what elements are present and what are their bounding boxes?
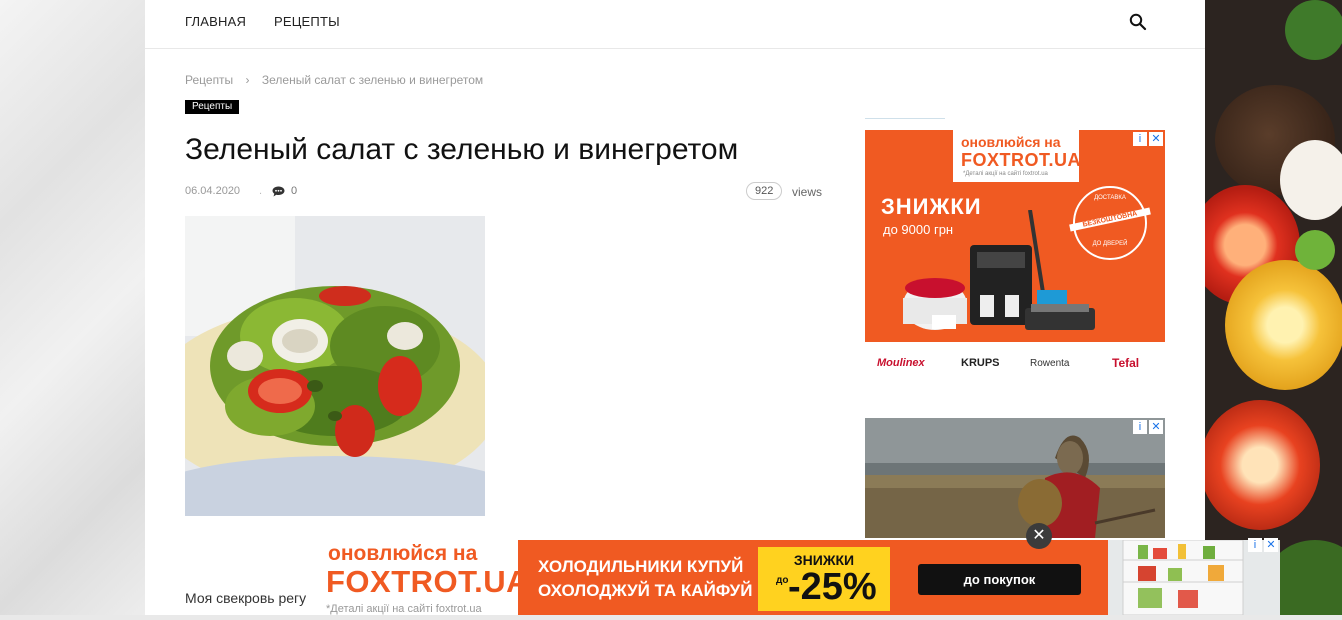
brand-moulinex: Moulinex: [877, 357, 925, 369]
discount-badge: ЗНИЖКИ до -25%: [758, 547, 890, 611]
discount-prefix: до: [776, 575, 789, 586]
category-badge[interactable]: Рецепты: [185, 100, 240, 114]
sidebar-divider: [865, 118, 945, 119]
foxtrot-ad-banner[interactable]: оновлюйся на FOXTROT.UA *Деталі акції на…: [865, 130, 1165, 380]
fridge-image: i ✕: [1108, 538, 1280, 616]
marble-background: [0, 0, 145, 615]
comments-link[interactable]: 0: [272, 185, 297, 197]
bottom-ad-info-icon[interactable]: i: [1248, 538, 1262, 552]
ad-fine-print: *Деталі акції на сайті foxtrot.ua: [963, 171, 1048, 177]
comments-count: 0: [291, 185, 298, 197]
breadcrumb: Рецепты › Зеленый салат с зеленью и вине…: [185, 73, 483, 87]
ad-info-icon[interactable]: i: [1133, 132, 1147, 146]
search-icon[interactable]: [1129, 13, 1147, 31]
ad-close-icon[interactable]: ✕: [1149, 132, 1163, 146]
brand-rowenta: Rowenta: [1030, 358, 1070, 369]
top-navigation: ГЛАВНАЯ РЕЦЕПТЫ: [145, 0, 1205, 49]
comment-icon: [272, 186, 285, 196]
breadcrumb-recipes-link[interactable]: Рецепты: [185, 73, 233, 87]
brand-strip: Moulinex KRUPS Rowenta Tefal: [865, 342, 1165, 380]
views-label: views: [792, 185, 823, 199]
bottom-ad-brand: FOXTROT.UA: [326, 564, 530, 599]
bottom-ad-line1: ХОЛОДИЛЬНИКИ КУПУЙ: [538, 557, 744, 576]
views-count: 922: [746, 182, 783, 200]
meta-separator: .: [259, 185, 263, 197]
food-background: [1205, 0, 1342, 615]
appliances-image: [865, 209, 1165, 340]
bottom-ad-fine-print: *Деталі акції на сайті foxtrot.ua: [326, 603, 482, 615]
warrior-ad-banner[interactable]: i ✕: [865, 418, 1165, 538]
stamp-top-text: ДОСТАВКА: [1094, 195, 1126, 201]
discount-value: -25%: [788, 566, 877, 608]
bottom-ad-line2: ОХОЛОДЖУЙ ТА КАЙФУЙ: [538, 581, 753, 600]
close-bottom-ad-button[interactable]: ✕: [1026, 523, 1052, 549]
bottom-ad-logo: оновлюйся на FOXTROT.UA *Деталі акції на…: [320, 540, 529, 615]
ad-headline: оновлюйся на: [961, 134, 1061, 150]
ad-logo-box: оновлюйся на FOXTROT.UA *Деталі акції на…: [953, 130, 1081, 182]
bottom-ad-close-icon[interactable]: ✕: [1264, 538, 1278, 552]
shop-now-button[interactable]: до покупок: [918, 564, 1081, 595]
ad-brand: FOXTROT.UA: [961, 150, 1081, 170]
page-content: ГЛАВНАЯ РЕЦЕПТЫ Рецепты › Зеленый салат …: [145, 0, 1205, 615]
bottom-sticky-ad[interactable]: оновлюйся на FOXTROT.UA *Деталі акції на…: [320, 538, 1280, 616]
brand-krups: KRUPS: [961, 357, 1000, 369]
nav-home-link[interactable]: ГЛАВНАЯ: [185, 14, 246, 29]
nav-recipes-link[interactable]: РЕЦЕПТЫ: [274, 14, 340, 29]
brand-tefal: Tefal: [1112, 356, 1140, 370]
ad2-info-icon[interactable]: i: [1133, 420, 1147, 434]
chevron-right-icon: ›: [245, 73, 250, 87]
bottom-ad-headline: оновлюйся на: [328, 542, 478, 565]
ad2-close-icon[interactable]: ✕: [1149, 420, 1163, 434]
bottom-ad-promo: ХОЛОДИЛЬНИКИ КУПУЙ ОХОЛОДЖУЙ ТА КАЙФУЙ З…: [518, 540, 1108, 615]
breadcrumb-current: Зеленый салат с зеленью и винегретом: [261, 73, 484, 87]
post-date: 06.04.2020: [185, 185, 241, 197]
page-title: Зеленый салат с зеленью и винегретом: [185, 133, 739, 166]
article-body: Моя свекровь регу: [185, 590, 307, 606]
salad-image: [185, 216, 485, 516]
